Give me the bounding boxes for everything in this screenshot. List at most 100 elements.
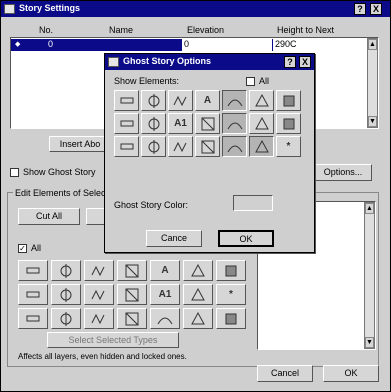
story-elevation-value[interactable]: 0	[182, 39, 272, 51]
ghost-toggle-dimension-tool-icon[interactable]	[141, 113, 166, 134]
edit-toggle-fill-tool-icon[interactable]	[183, 260, 213, 281]
fill-tool-icon	[253, 138, 271, 156]
ghost-toggle-picture-tool-icon[interactable]	[249, 90, 274, 111]
edit-toggle-beam-tool-icon[interactable]	[84, 260, 114, 281]
scroll-up-arrow-icon[interactable]: ▲	[368, 39, 377, 50]
label-tool-icon: A1	[174, 118, 187, 129]
camera-tool-icon	[145, 138, 163, 156]
ghost-toggle-text-tool-icon[interactable]: A	[195, 90, 220, 111]
options-button[interactable]: Options...	[314, 164, 372, 181]
ghost-toggle-hotspot-tool-icon[interactable]: *	[276, 136, 301, 157]
ghost-toggle-slab-tool-icon[interactable]	[114, 113, 139, 134]
ghost-toggle-spline-tool-icon[interactable]	[168, 136, 193, 157]
ghost-toggle-beam-tool-icon[interactable]	[168, 90, 193, 111]
story-no-value: 0	[48, 39, 54, 49]
ghost-toggle-wall-tool-icon[interactable]	[114, 90, 139, 111]
main-cancel-button[interactable]: Cancel	[257, 365, 313, 382]
preview-scroll-down-icon[interactable]: ▼	[365, 337, 374, 348]
ghost-toggle-column-tool-icon[interactable]	[141, 90, 166, 111]
zone-tool-icon	[156, 310, 174, 328]
ghost-elements-grid: A A1 *	[114, 90, 301, 157]
dimension-tool-icon	[145, 115, 163, 133]
edit-toggle-line-tool-icon[interactable]	[183, 284, 213, 305]
ghost-toggle-line-tool-icon[interactable]	[222, 90, 247, 111]
edit-toggle-text-tool-icon[interactable]: A	[150, 260, 180, 281]
story-list-scrollbar[interactable]: ▲ ▼	[367, 38, 378, 128]
preview-scrollbar[interactable]: ▲ ▼	[364, 202, 375, 349]
ghost-toggle-window-tool-icon[interactable]	[222, 113, 247, 134]
ghost-toggle-camera-tool-icon[interactable]	[141, 136, 166, 157]
beam-tool-icon	[172, 92, 190, 110]
show-ghost-story-label: Show Ghost Story	[23, 167, 96, 177]
edit-toggle-picture-tool-icon[interactable]	[216, 308, 246, 329]
edit-toggle-object-tool-icon[interactable]	[18, 284, 48, 305]
radial-dimension-icon	[123, 310, 141, 328]
edit-toggle-radial-dimension-icon[interactable]	[117, 308, 147, 329]
close-button[interactable]: X	[370, 3, 382, 15]
ghost-toggle-mesh-tool-icon[interactable]	[276, 113, 301, 134]
edit-toggle-polyline-tool-icon[interactable]	[183, 308, 213, 329]
ghost-close-button[interactable]: X	[299, 56, 311, 68]
ghost-toggle-object-tool-icon[interactable]	[276, 90, 301, 111]
select-selected-types-button[interactable]: Select Selected Types	[47, 332, 179, 348]
edit-toggle-dimension-tool-icon[interactable]	[117, 260, 147, 281]
row-marker-icon: ◆	[15, 41, 21, 48]
edit-toggle-spline-tool-icon[interactable]	[216, 260, 246, 281]
ghost-color-swatch[interactable]	[233, 195, 273, 211]
ghost-toggle-radial-dimension-icon[interactable]	[222, 136, 247, 157]
ghost-toggle-polyline-tool-icon[interactable]	[195, 113, 220, 134]
edit-toggle-lamp-tool-icon[interactable]	[51, 284, 81, 305]
cut-all-button[interactable]: Cut All	[18, 208, 80, 225]
radial-dimension-icon	[226, 138, 244, 156]
edit-toggle-wall-tool-icon[interactable]	[18, 260, 48, 281]
edit-toggle-zone-tool-icon[interactable]	[150, 308, 180, 329]
ghost-toggle-level-dimension-icon[interactable]	[114, 136, 139, 157]
slab-tool-icon	[118, 115, 136, 133]
preview-scroll-up-icon[interactable]: ▲	[365, 203, 374, 214]
spline-tool-icon	[222, 262, 240, 280]
hotspot-tool-icon: *	[286, 141, 291, 152]
ghost-cancel-button[interactable]: Cance	[146, 230, 202, 247]
col-header-name: Name	[109, 25, 134, 35]
edit-toggle-roof-tool-icon[interactable]	[18, 308, 48, 329]
beam-tool-icon	[90, 262, 108, 280]
line-tool-icon	[189, 286, 207, 304]
ghost-toggle-roof-tool-icon[interactable]	[249, 113, 274, 134]
door-tool-icon	[57, 310, 75, 328]
col-header-no: No.	[39, 25, 54, 35]
col-header-elevation: Elevation	[187, 25, 225, 35]
picture-tool-icon	[253, 92, 271, 110]
wall-tool-icon	[24, 262, 42, 280]
edit-toggle-slab-tool-icon[interactable]	[84, 284, 114, 305]
edit-toggle-stair-tool-icon[interactable]	[84, 308, 114, 329]
main-title-bar[interactable]: Story Settings ? X	[1, 1, 390, 17]
ghost-help-button[interactable]: ?	[284, 56, 296, 68]
story-height-value[interactable]: 290C	[273, 39, 369, 51]
polyline-tool-icon	[189, 310, 207, 328]
story-row[interactable]: ◆ 0 0 290C	[11, 39, 369, 51]
mesh-tool-icon	[280, 115, 298, 133]
show-ghost-story-checkbox[interactable]	[10, 168, 19, 177]
slab-tool-icon	[90, 286, 108, 304]
scroll-down-arrow-icon[interactable]: ▼	[368, 116, 377, 127]
ghost-ok-button[interactable]: OK	[218, 230, 274, 247]
ghost-all-checkbox[interactable]	[246, 77, 255, 86]
edit-toggle-label-tool-icon[interactable]: A1	[150, 284, 180, 305]
text-tool-icon: A	[161, 265, 169, 276]
help-button[interactable]: ?	[354, 3, 366, 15]
main-ok-button[interactable]: OK	[323, 365, 379, 382]
ghost-toggle-fill-tool-icon[interactable]	[249, 136, 274, 157]
edit-elements-group-label: Edit Elements of Selec	[13, 188, 108, 198]
edit-toggle-column-tool-icon[interactable]	[51, 260, 81, 281]
edit-all-checkbox[interactable]: ✓	[18, 244, 27, 253]
col-header-height: Height to Next	[277, 25, 335, 35]
edit-toggle-door-tool-icon[interactable]	[51, 308, 81, 329]
insert-above-button[interactable]: Insert Abo	[49, 136, 111, 152]
edit-toggle-hotspot-tool-icon[interactable]: *	[216, 284, 246, 305]
copy-all-button[interactable]	[86, 208, 106, 225]
ghost-toggle-label-tool-icon[interactable]: A1	[168, 113, 193, 134]
window-tool-icon	[226, 115, 244, 133]
edit-toggle-level-dimension-icon[interactable]	[117, 284, 147, 305]
ghost-title-bar[interactable]: Ghost Story Options ? X	[105, 54, 314, 70]
ghost-toggle-stair-tool-icon[interactable]	[195, 136, 220, 157]
